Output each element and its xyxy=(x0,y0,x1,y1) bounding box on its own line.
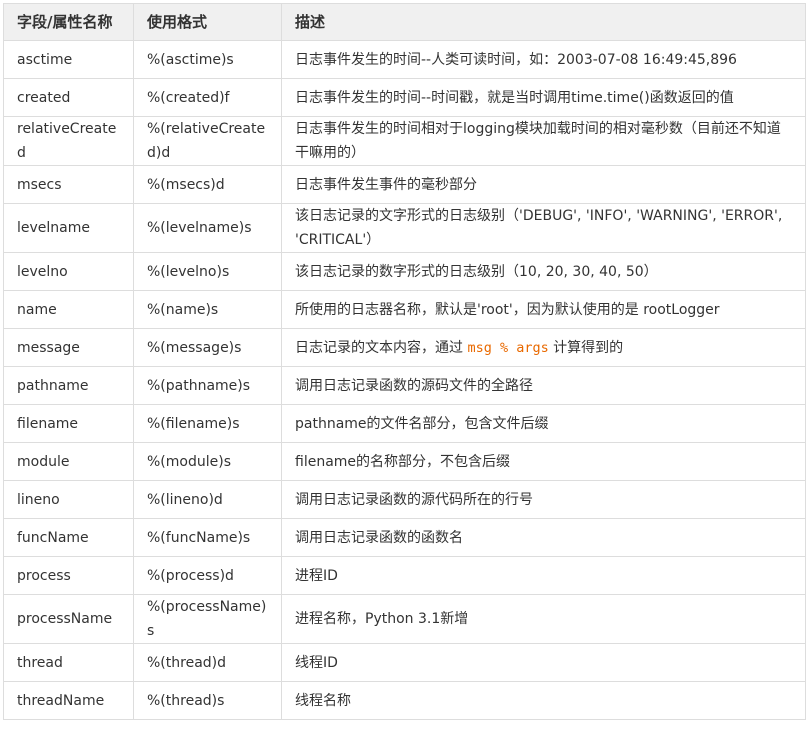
inline-code: msg % args xyxy=(467,339,549,356)
header-format: 使用格式 xyxy=(133,3,282,41)
cell-description: 线程名称 xyxy=(281,681,806,720)
cell-description: 日志事件发生的时间相对于logging模块加载时间的相对毫秒数（目前还不知道干嘛… xyxy=(281,116,806,166)
table-row: processName %(processName)s 进程名称，Python … xyxy=(3,594,806,644)
table-row: message %(message)s 日志记录的文本内容，通过 msg % a… xyxy=(3,328,806,367)
cell-field: process xyxy=(3,556,134,595)
cell-field: msecs xyxy=(3,165,134,204)
cell-format: %(lineno)d xyxy=(133,480,282,519)
cell-format: %(pathname)s xyxy=(133,366,282,405)
cell-description: pathname的文件名部分，包含文件后缀 xyxy=(281,404,806,443)
cell-description: 进程ID xyxy=(281,556,806,595)
header-description: 描述 xyxy=(281,3,806,41)
cell-field: relativeCreated xyxy=(3,116,134,166)
cell-description: 该日志记录的文字形式的日志级别（'DEBUG', 'INFO', 'WARNIN… xyxy=(281,203,806,253)
table-row: process %(process)d 进程ID xyxy=(3,556,806,595)
cell-description: 所使用的日志器名称，默认是'root'，因为默认使用的是 rootLogger xyxy=(281,290,806,329)
table-row: msecs %(msecs)d 日志事件发生事件的毫秒部分 xyxy=(3,165,806,204)
cell-field: thread xyxy=(3,643,134,682)
table-row: funcName %(funcName)s 调用日志记录函数的函数名 xyxy=(3,518,806,557)
table-row: thread %(thread)d 线程ID xyxy=(3,643,806,682)
table-row: asctime %(asctime)s 日志事件发生的时间--人类可读时间，如：… xyxy=(3,40,806,79)
cell-field: processName xyxy=(3,594,134,644)
cell-description: 日志记录的文本内容，通过 msg % args 计算得到的 xyxy=(281,328,806,367)
cell-field: created xyxy=(3,78,134,117)
table-row: module %(module)s filename的名称部分，不包含后缀 xyxy=(3,442,806,481)
cell-description: 线程ID xyxy=(281,643,806,682)
table-row: name %(name)s 所使用的日志器名称，默认是'root'，因为默认使用… xyxy=(3,290,806,329)
cell-format: %(message)s xyxy=(133,328,282,367)
cell-field: filename xyxy=(3,404,134,443)
cell-format: %(processName)s xyxy=(133,594,282,644)
header-field-name: 字段/属性名称 xyxy=(3,3,134,41)
cell-field: asctime xyxy=(3,40,134,79)
header-row: 字段/属性名称 使用格式 描述 xyxy=(3,3,806,41)
cell-format: %(msecs)d xyxy=(133,165,282,204)
table-row: lineno %(lineno)d 调用日志记录函数的源代码所在的行号 xyxy=(3,480,806,519)
cell-format: %(relativeCreated)d xyxy=(133,116,282,166)
table-row: levelno %(levelno)s 该日志记录的数字形式的日志级别（10, … xyxy=(3,252,806,291)
cell-description: 调用日志记录函数的函数名 xyxy=(281,518,806,557)
table-row: pathname %(pathname)s 调用日志记录函数的源码文件的全路径 xyxy=(3,366,806,405)
cell-field: funcName xyxy=(3,518,134,557)
cell-field: pathname xyxy=(3,366,134,405)
cell-format: %(thread)d xyxy=(133,643,282,682)
cell-format: %(asctime)s xyxy=(133,40,282,79)
cell-format: %(module)s xyxy=(133,442,282,481)
cell-field: levelname xyxy=(3,203,134,253)
cell-description: 该日志记录的数字形式的日志级别（10, 20, 30, 40, 50） xyxy=(281,252,806,291)
table-body: asctime %(asctime)s 日志事件发生的时间--人类可读时间，如：… xyxy=(3,40,806,720)
cell-description: 日志事件发生的时间--时间戳，就是当时调用time.time()函数返回的值 xyxy=(281,78,806,117)
cell-format: %(filename)s xyxy=(133,404,282,443)
table-row: created %(created)f 日志事件发生的时间--时间戳，就是当时调… xyxy=(3,78,806,117)
cell-field: message xyxy=(3,328,134,367)
cell-description: 调用日志记录函数的源码文件的全路径 xyxy=(281,366,806,405)
cell-description: 日志事件发生的时间--人类可读时间，如：2003-07-08 16:49:45,… xyxy=(281,40,806,79)
table-row: filename %(filename)s pathname的文件名部分，包含文… xyxy=(3,404,806,443)
cell-format: %(levelno)s xyxy=(133,252,282,291)
table-header: 字段/属性名称 使用格式 描述 xyxy=(3,3,806,41)
cell-format: %(levelname)s xyxy=(133,203,282,253)
cell-description: 调用日志记录函数的源代码所在的行号 xyxy=(281,480,806,519)
cell-field: lineno xyxy=(3,480,134,519)
cell-field: name xyxy=(3,290,134,329)
cell-field: threadName xyxy=(3,681,134,720)
table-row: threadName %(thread)s 线程名称 xyxy=(3,681,806,720)
table-row: levelname %(levelname)s 该日志记录的文字形式的日志级别（… xyxy=(3,203,806,253)
cell-description: 日志事件发生事件的毫秒部分 xyxy=(281,165,806,204)
cell-field: levelno xyxy=(3,252,134,291)
cell-description: 进程名称，Python 3.1新增 xyxy=(281,594,806,644)
cell-format: %(thread)s xyxy=(133,681,282,720)
cell-format: %(process)d xyxy=(133,556,282,595)
cell-format: %(created)f xyxy=(133,78,282,117)
cell-description: filename的名称部分，不包含后缀 xyxy=(281,442,806,481)
cell-format: %(funcName)s xyxy=(133,518,282,557)
log-attributes-table: 字段/属性名称 使用格式 描述 asctime %(asctime)s 日志事件… xyxy=(3,3,806,720)
log-attributes-table-container: 字段/属性名称 使用格式 描述 asctime %(asctime)s 日志事件… xyxy=(3,3,806,720)
cell-format: %(name)s xyxy=(133,290,282,329)
table-row: relativeCreated %(relativeCreated)d 日志事件… xyxy=(3,116,806,166)
cell-field: module xyxy=(3,442,134,481)
description-text-after: 计算得到的 xyxy=(548,339,624,356)
description-text-before: 日志记录的文本内容，通过 xyxy=(295,339,468,356)
